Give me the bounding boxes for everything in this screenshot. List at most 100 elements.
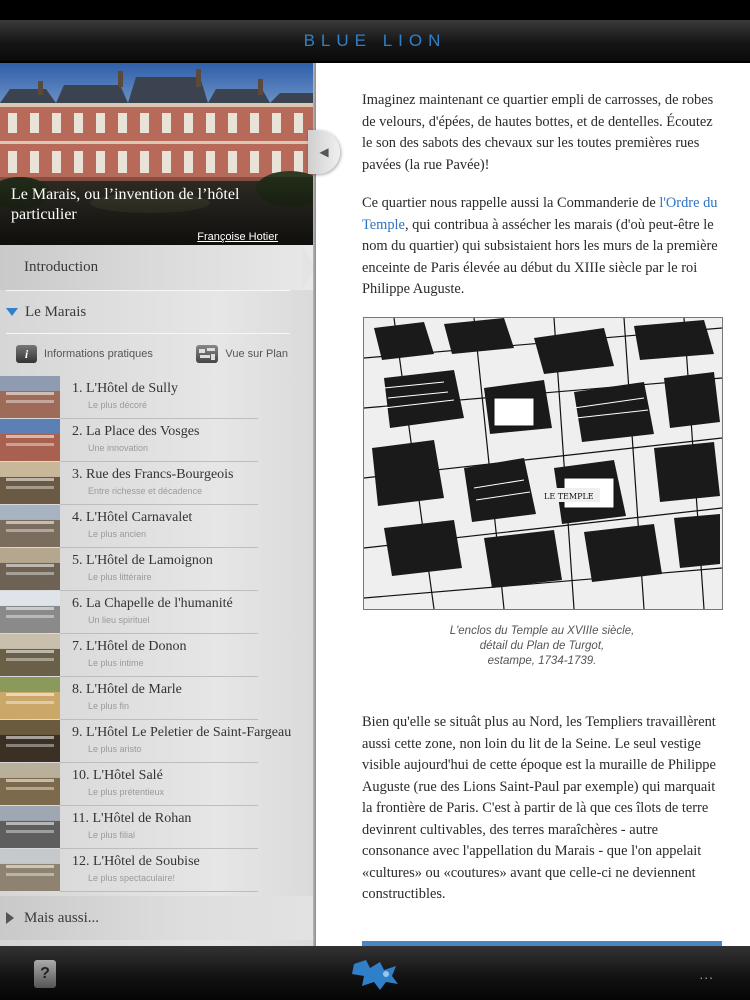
help-bookmark-icon[interactable]: ?: [34, 960, 56, 988]
chapter-text: 5. L'Hôtel de Lamoignon Le plus littérair…: [60, 548, 314, 591]
engraving-illustration: LE TEMPLE: [364, 318, 722, 609]
hero-title: Le Marais, ou l’invention de l’hôtel par…: [11, 186, 240, 223]
chapter-thumbnail: [0, 720, 60, 762]
hero-author-link[interactable]: Françoise Hotier: [197, 231, 278, 243]
chapter-text: 1. L'Hôtel de Sully Le plus décoré: [60, 376, 314, 419]
caption-line-2: détail du Plan de Turgot,: [479, 640, 605, 652]
chapter-title: 6. La Chapelle de l'humanité: [72, 596, 233, 611]
chapter-item[interactable]: 7. L'Hôtel de Donon Le plus intime: [0, 634, 314, 677]
section-label: Le Marais: [25, 303, 87, 320]
practical-info-label: Informations pratiques: [44, 348, 153, 360]
chapter-text: 8. L'Hôtel de Marle Le plus fin: [60, 677, 314, 720]
paragraph-1: Imaginez maintenant ce quartier empli de…: [362, 92, 714, 173]
chapter-thumbnail: [0, 591, 60, 633]
paragraph-2-text-b: , qui contribua à assécher les marais (d…: [362, 216, 718, 298]
chapter-subtitle: Un lieu spirituel: [88, 615, 150, 625]
chapter-title: 3. Rue des Francs-Bourgeois: [72, 467, 234, 482]
chapter-thumbnail: [0, 505, 60, 547]
chapter-subtitle: Le plus ancien: [88, 529, 147, 539]
chapter-text: 2. La Place des Vosges Une innovation: [60, 419, 314, 462]
chapter-thumbnail: [0, 677, 60, 719]
top-bar: BLUE LION: [0, 20, 750, 62]
chapter-subtitle: Le plus aristo: [88, 744, 142, 754]
chapter-text: 4. L'Hôtel Carnavalet Le plus ancien: [60, 505, 314, 548]
paragraph-3: Bien qu'elle se situât plus au Nord, les…: [362, 714, 716, 902]
expanded-triangle-icon: [6, 308, 18, 316]
chapter-title: 1. L'Hôtel de Sully: [72, 381, 178, 396]
more-options-icon[interactable]: ...: [699, 966, 714, 982]
practical-info-button[interactable]: i Informations pratiques: [16, 345, 153, 363]
chapter-subtitle: Le plus fin: [88, 701, 130, 711]
chapter-item[interactable]: 2. La Place des Vosges Une innovation: [0, 419, 314, 462]
app-title: BLUE LION: [303, 30, 447, 50]
chapter-title: 2. La Place des Vosges: [72, 424, 200, 439]
article-content[interactable]: Imaginez maintenant ce quartier empli de…: [316, 63, 750, 946]
hero-image[interactable]: Le Marais, ou l’invention de l’hôtel par…: [0, 63, 314, 245]
turgot-map-engraving[interactable]: LE TEMPLE: [363, 317, 723, 610]
paragraph-2: Ce quartier nous rappelle aussi la Comma…: [362, 193, 722, 301]
status-bar: [0, 0, 750, 20]
chapter-subtitle: Le plus filial: [88, 830, 136, 840]
chapter-item[interactable]: 12. L'Hôtel de Soubise Le plus spectacula…: [0, 849, 314, 892]
chapter-title: 10. L'Hôtel Salé: [72, 768, 163, 783]
sidebar-section-le-marais[interactable]: Le Marais: [0, 291, 314, 333]
chapter-item[interactable]: 11. L'Hôtel de Rohan Le plus filial: [0, 806, 314, 849]
chapter-subtitle: Le plus spectaculaire!: [88, 873, 176, 883]
chapter-title: 8. L'Hôtel de Marle: [72, 682, 182, 697]
sidebar-item-mais-aussi[interactable]: Mais aussi...: [0, 896, 314, 940]
chapter-text: 7. L'Hôtel de Donon Le plus intime: [60, 634, 314, 677]
caption-line-1: L'enclos du Temple au XVIIIe siècle,: [449, 625, 635, 637]
chapter-title: 4. L'Hôtel Carnavalet: [72, 510, 193, 525]
bottom-toolbar: ? ...: [0, 946, 750, 1000]
chapter-subtitle: Une innovation: [88, 443, 149, 453]
chapter-subtitle: Le plus littéraire: [88, 572, 152, 582]
chapter-title: 11. L'Hôtel de Rohan: [72, 811, 192, 826]
chapter-thumbnail: [0, 548, 60, 590]
chapter-title: 9. L'Hôtel Le Peletier de Saint-Fargeau: [72, 725, 292, 740]
chapter-text: 6. La Chapelle de l'humanité Un lieu spir…: [60, 591, 314, 634]
chapter-item[interactable]: 1. L'Hôtel de Sully Le plus décoré: [0, 376, 314, 419]
chapter-text: 3. Rue des Francs-Bourgeois Entre richess…: [60, 462, 314, 505]
chapter-item[interactable]: 8. L'Hôtel de Marle Le plus fin: [0, 677, 314, 720]
chapter-title: 12. L'Hôtel de Soubise: [72, 854, 200, 869]
chapter-text: 11. L'Hôtel de Rohan Le plus filial: [60, 806, 314, 849]
chapter-subtitle: Le plus intime: [88, 658, 144, 668]
map-view-button[interactable]: Vue sur Plan: [196, 345, 288, 363]
section-actions: i Informations pratiques Vue sur Plan: [0, 334, 314, 374]
chapter-title: 7. L'Hôtel de Donon: [72, 639, 187, 654]
chapter-list: 1. L'Hôtel de Sully Le plus décoré 2. La P…: [0, 376, 314, 892]
chapter-item[interactable]: 9. L'Hôtel Le Peletier de Saint-Fargeau L…: [0, 720, 314, 763]
blue-lion-logo-icon[interactable]: [350, 956, 402, 992]
chapter-thumbnail: [0, 849, 60, 891]
chapter-text: 9. L'Hôtel Le Peletier de Saint-Fargeau L…: [60, 720, 314, 763]
chapter-item[interactable]: 5. L'Hôtel de Lamoignon Le plus littérair…: [0, 548, 314, 591]
caption-line-3: estampe, 1734-1739.: [487, 655, 597, 667]
chapter-item[interactable]: 4. L'Hôtel Carnavalet Le plus ancien: [0, 505, 314, 548]
sidebar: Le Marais, ou l’invention de l’hôtel par…: [0, 63, 314, 946]
chapter-subtitle: Entre richesse et décadence: [88, 486, 203, 496]
introduction-label: Introduction: [24, 259, 99, 275]
figure-label: LE TEMPLE: [544, 492, 594, 501]
chapter-item[interactable]: 10. L'Hôtel Salé Le plus prétentieux: [0, 763, 314, 806]
chapter-thumbnail: [0, 419, 60, 461]
paragraph-2-text-a: Ce quartier nous rappelle aussi la Comma…: [362, 195, 660, 211]
chevron-left-icon: ◀: [319, 144, 329, 159]
chapter-thumbnail: [0, 763, 60, 805]
info-icon: i: [16, 345, 37, 363]
chapter-text: 12. L'Hôtel de Soubise Le plus spectacula…: [60, 849, 314, 892]
more-label: Mais aussi...: [24, 909, 99, 926]
map-icon: [196, 345, 219, 363]
collapsed-triangle-icon: [6, 912, 14, 924]
map-view-label: Vue sur Plan: [225, 348, 288, 360]
figure-caption: L'enclos du Temple au XVIIIe siècle, dét…: [362, 624, 722, 669]
chapter-subtitle: Le plus décoré: [88, 400, 148, 410]
chapter-thumbnail: [0, 806, 60, 848]
chapter-title: 5. L'Hôtel de Lamoignon: [72, 553, 213, 568]
chapter-text: 10. L'Hôtel Salé Le plus prétentieux: [60, 763, 314, 806]
chapter-thumbnail: [0, 376, 60, 418]
chapter-item[interactable]: 6. La Chapelle de l'humanité Un lieu spir…: [0, 591, 314, 634]
chapter-thumbnail: [0, 462, 60, 504]
chapter-item[interactable]: 3. Rue des Francs-Bourgeois Entre richess…: [0, 462, 314, 505]
chapter-thumbnail: [0, 634, 60, 676]
sidebar-item-introduction[interactable]: Introduction: [0, 245, 314, 290]
